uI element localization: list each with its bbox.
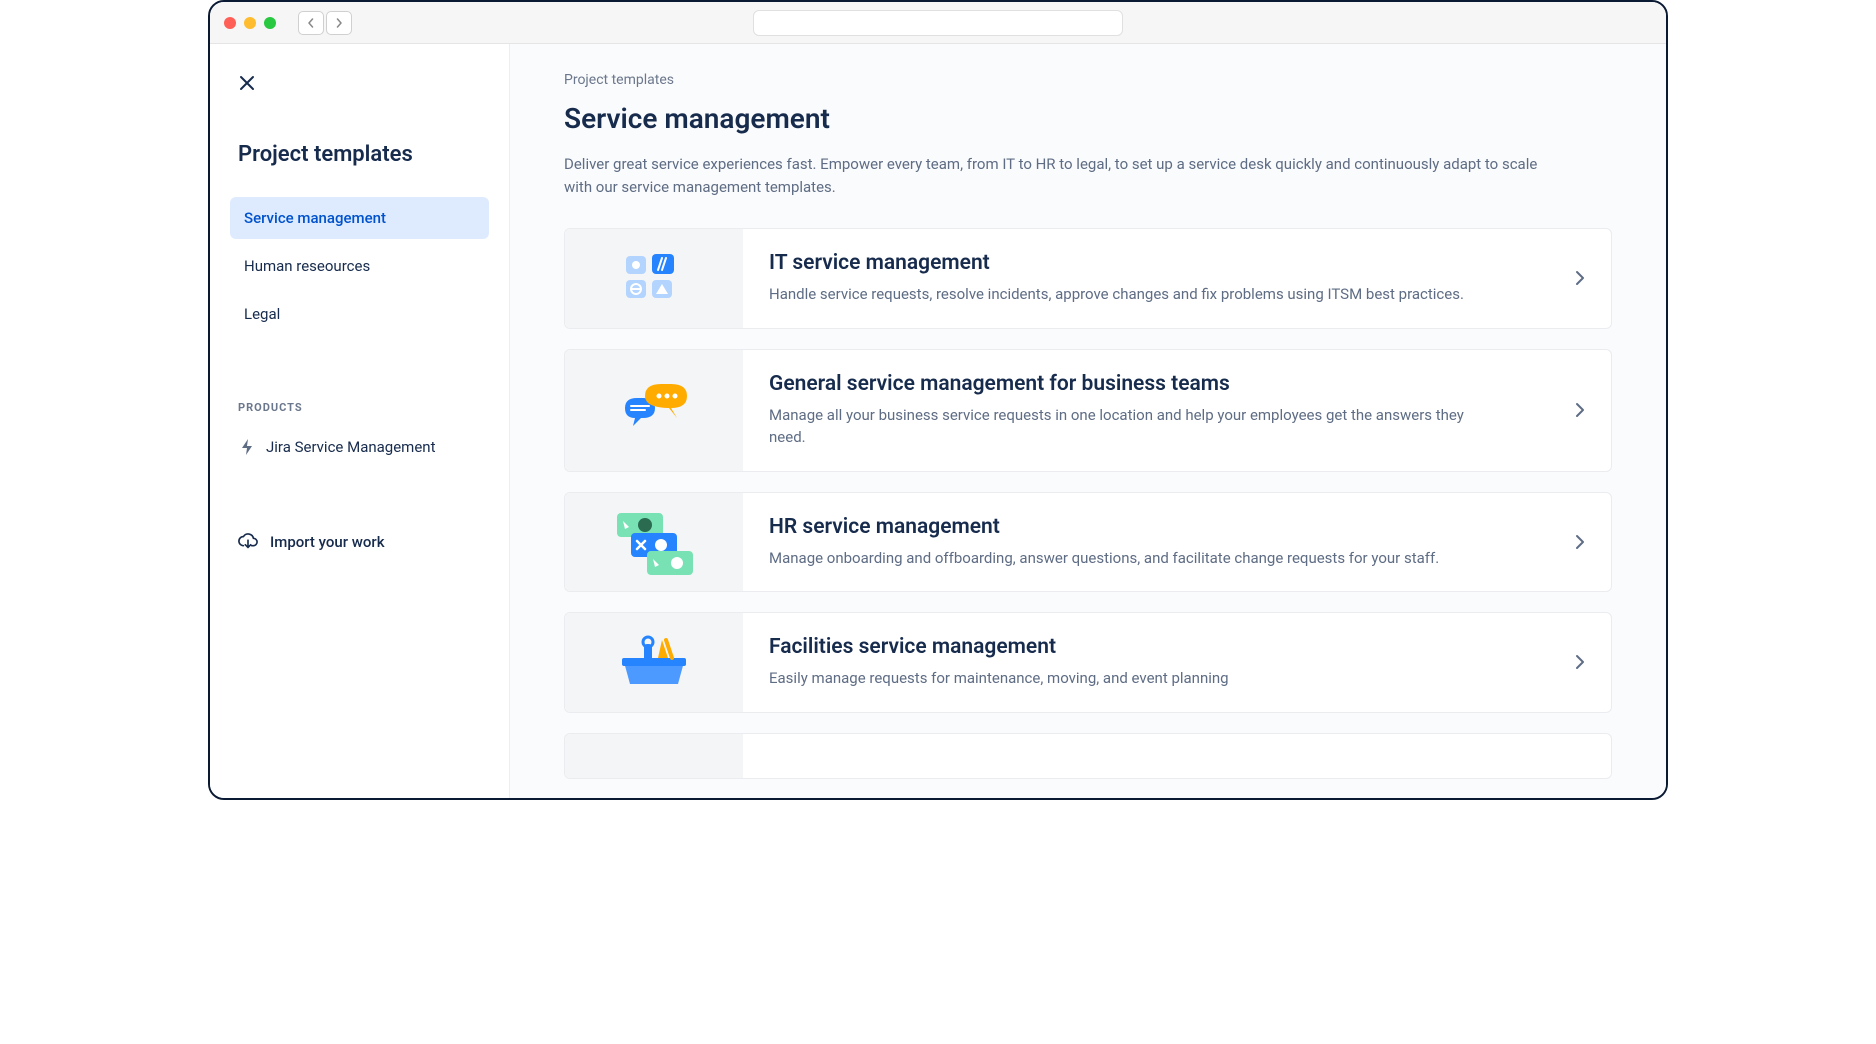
close-icon[interactable]: [238, 74, 489, 92]
titlebar: [210, 2, 1666, 44]
app-body: Project templates Service management Hum…: [210, 44, 1666, 798]
sidebar-item-label: Legal: [244, 305, 280, 323]
template-description: Easily manage requests for maintenance, …: [769, 667, 1469, 690]
chevron-right-icon: [1575, 534, 1585, 550]
sidebar-item-legal[interactable]: Legal: [230, 293, 489, 335]
sidebar-title: Project templates: [230, 142, 489, 167]
hr-cards-icon: [611, 507, 697, 577]
template-card-it-service-management[interactable]: IT service management Handle service req…: [564, 228, 1612, 329]
back-button[interactable]: [298, 11, 324, 35]
app-window: Project templates Service management Hum…: [208, 0, 1668, 800]
chat-bubbles-icon: [615, 380, 693, 440]
template-card-cutoff[interactable]: [564, 733, 1612, 779]
template-body: Facilities service management Easily man…: [743, 613, 1611, 712]
window-controls: [224, 17, 276, 29]
template-description: Handle service requests, resolve inciden…: [769, 283, 1469, 306]
template-illustration: [565, 734, 743, 778]
template-card-hr-service-management[interactable]: HR service management Manage onboarding …: [564, 492, 1612, 593]
close-window-button[interactable]: [224, 17, 236, 29]
products-heading: PRODUCTS: [238, 401, 489, 414]
itsm-grid-icon: [622, 250, 686, 306]
main-content: Project templates Service management Del…: [510, 44, 1666, 798]
template-title: IT service management: [769, 251, 1555, 275]
chevron-right-icon: [1575, 654, 1585, 670]
toolbox-icon: [614, 634, 694, 690]
template-illustration: [565, 493, 743, 592]
forward-button[interactable]: [326, 11, 352, 35]
page-description: Deliver great service experiences fast. …: [564, 153, 1564, 198]
navigation-buttons: [298, 11, 352, 35]
import-label: Import your work: [270, 533, 385, 551]
url-bar[interactable]: [753, 10, 1123, 36]
template-body: General service management for business …: [743, 350, 1611, 471]
template-illustration: [565, 350, 743, 471]
product-label: Jira Service Management: [266, 438, 435, 456]
template-body: [743, 734, 1611, 778]
lightning-icon: [238, 438, 256, 456]
maximize-window-button[interactable]: [264, 17, 276, 29]
sidebar-item-service-management[interactable]: Service management: [230, 197, 489, 239]
template-card-general-service-management[interactable]: General service management for business …: [564, 349, 1612, 472]
product-jira-service-management[interactable]: Jira Service Management: [230, 430, 489, 464]
chevron-right-icon: [1575, 402, 1585, 418]
minimize-window-button[interactable]: [244, 17, 256, 29]
chevron-right-icon: [1575, 270, 1585, 286]
template-body: HR service management Manage onboarding …: [743, 493, 1611, 592]
import-your-work[interactable]: Import your work: [230, 524, 489, 560]
breadcrumb[interactable]: Project templates: [564, 72, 1612, 88]
template-card-facilities-service-management[interactable]: Facilities service management Easily man…: [564, 612, 1612, 713]
template-description: Manage all your business service request…: [769, 404, 1469, 449]
template-body: IT service management Handle service req…: [743, 229, 1611, 328]
template-title: Facilities service management: [769, 635, 1555, 659]
template-title: HR service management: [769, 515, 1555, 539]
template-illustration: [565, 613, 743, 712]
template-description: Manage onboarding and offboarding, answe…: [769, 547, 1469, 570]
template-illustration: [565, 229, 743, 328]
sidebar-item-label: Human reseources: [244, 257, 370, 275]
page-title: Service management: [564, 102, 1612, 135]
sidebar-item-human-resources[interactable]: Human reseources: [230, 245, 489, 287]
cloud-download-icon: [238, 532, 258, 552]
sidebar-item-label: Service management: [244, 209, 386, 227]
template-title: General service management for business …: [769, 372, 1555, 396]
sidebar: Project templates Service management Hum…: [210, 44, 510, 798]
